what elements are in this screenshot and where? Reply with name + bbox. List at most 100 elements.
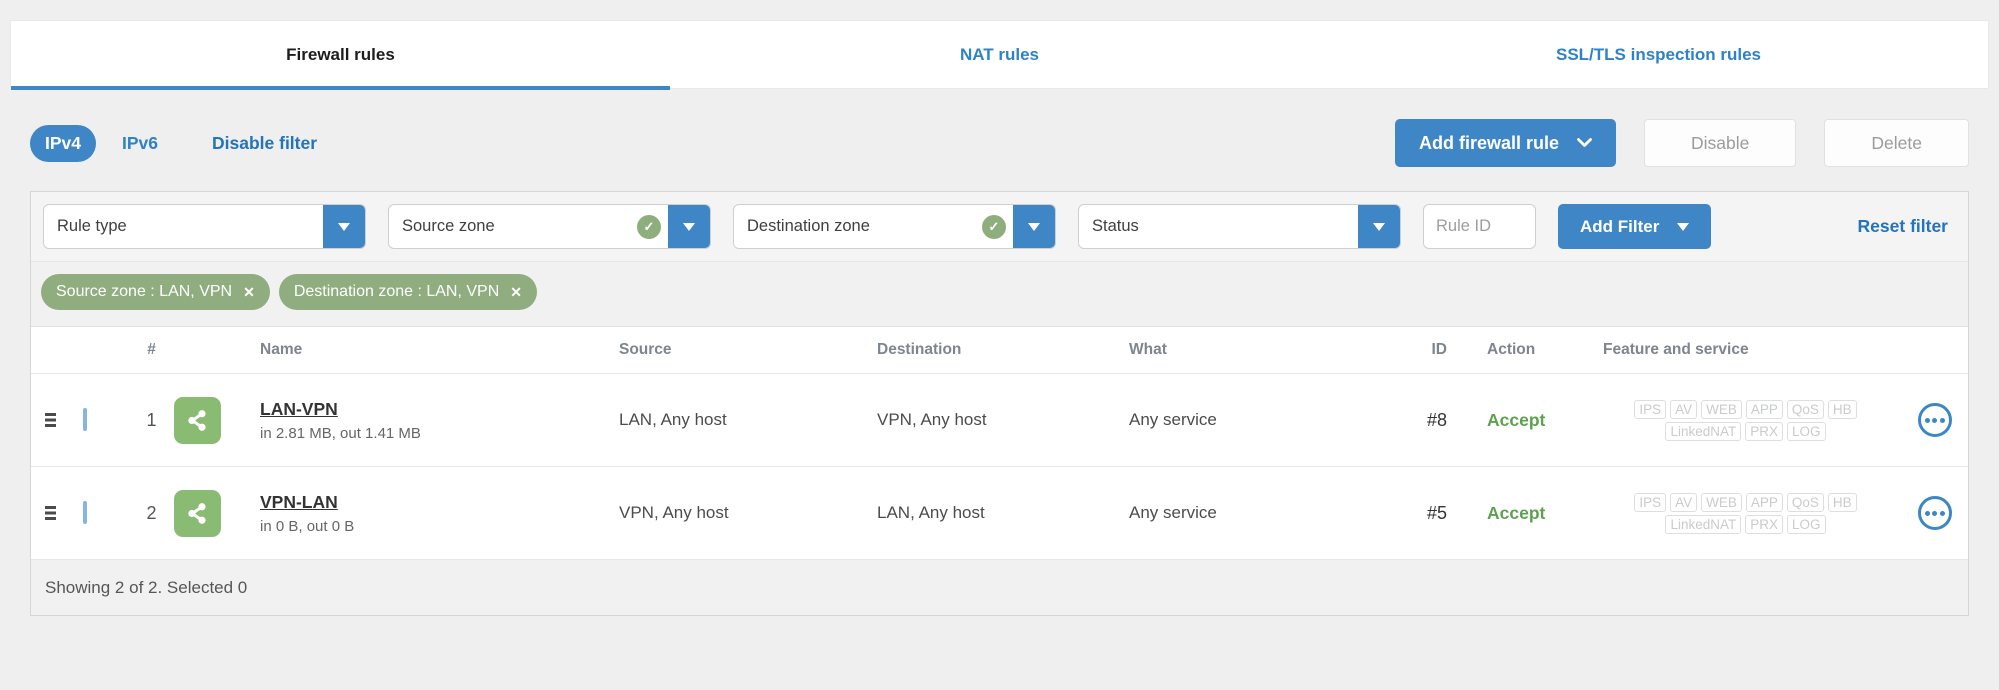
destination-zone-dropdown[interactable]: Destination zone ✓ xyxy=(733,204,1056,249)
rule-name-cell: LAN-VPN in 2.81 MB, out 1.41 MB xyxy=(249,399,619,442)
rule-name-cell: VPN-LAN in 0 B, out 0 B xyxy=(249,492,619,535)
row-icon-cell xyxy=(174,489,249,537)
feature-badge: PRX xyxy=(1745,421,1784,441)
header-name: Name xyxy=(260,341,303,358)
rule-source: LAN, Any host xyxy=(619,410,727,429)
rule-action: Accept xyxy=(1487,502,1546,523)
disable-button[interactable]: Disable xyxy=(1644,119,1797,167)
dropdown-toggle-button[interactable] xyxy=(1013,205,1055,248)
rule-what: Any service xyxy=(1129,503,1217,522)
add-filter-label: Add Filter xyxy=(1580,216,1660,236)
drag-handle[interactable] xyxy=(31,413,69,427)
delete-button[interactable]: Delete xyxy=(1824,119,1969,167)
tab-label: NAT rules xyxy=(959,44,1040,64)
header-action: Action xyxy=(1487,341,1536,358)
grip-icon xyxy=(44,413,56,427)
tab-nat-rules[interactable]: NAT rules xyxy=(670,21,1329,88)
dropdown-label: Status xyxy=(1092,217,1139,235)
filter-chip-source-zone[interactable]: Source zone : LAN, VPN ✕ xyxy=(41,274,270,310)
feature-badge: QoS xyxy=(1786,492,1824,512)
feature-badge: WEB xyxy=(1701,399,1742,419)
header-id: ID xyxy=(1431,341,1448,358)
remove-chip-icon[interactable]: ✕ xyxy=(510,285,522,299)
dot xyxy=(1939,417,1945,423)
dot xyxy=(1939,510,1945,516)
row-more-actions-icon[interactable] xyxy=(1917,403,1952,437)
chevron-down-icon xyxy=(1577,138,1592,147)
row-more-actions-icon[interactable] xyxy=(1917,496,1952,530)
feature-badge: LinkedNAT xyxy=(1665,421,1742,441)
remove-chip-icon[interactable]: ✕ xyxy=(243,285,255,299)
row-number: 1 xyxy=(146,409,157,430)
row-checkbox[interactable] xyxy=(83,501,87,524)
dropdown-label: Rule type xyxy=(57,217,127,235)
feature-badges: IPS AV WEB APP QoS HB LinkedNAT PRX LOG xyxy=(1603,399,1888,441)
rule-id-input[interactable] xyxy=(1423,204,1536,249)
rule-name-link[interactable]: VPN-LAN xyxy=(260,492,338,513)
zone-share-icon xyxy=(174,489,221,537)
add-firewall-rule-button[interactable]: Add firewall rule xyxy=(1395,119,1617,167)
feature-badge: IPS xyxy=(1634,492,1667,512)
tab-firewall-rules[interactable]: Firewall rules xyxy=(11,21,670,90)
dot xyxy=(1924,417,1930,423)
caret-down-icon xyxy=(1677,222,1690,231)
table-footer: Showing 2 of 2. Selected 0 xyxy=(31,560,1968,615)
filter-chip-destination-zone[interactable]: Destination zone : LAN, VPN ✕ xyxy=(278,274,537,310)
rule-traffic: in 0 B, out 0 B xyxy=(260,517,355,535)
feature-badge: LinkedNAT xyxy=(1665,514,1742,534)
header-feature-service: Feature and service xyxy=(1603,341,1749,358)
chip-label: Destination zone : LAN, VPN xyxy=(293,283,500,300)
tab-label: Firewall rules xyxy=(286,44,395,64)
source-zone-dropdown[interactable]: Source zone ✓ xyxy=(388,204,711,249)
rule-type-dropdown[interactable]: Rule type xyxy=(43,204,366,249)
rule-source: VPN, Any host xyxy=(619,503,729,522)
feature-badge: LOG xyxy=(1787,514,1826,534)
feature-badge: PRX xyxy=(1745,514,1784,534)
dropdown-toggle-button[interactable] xyxy=(1358,205,1400,248)
rule-destination: VPN, Any host xyxy=(877,410,987,429)
table-row: 2 VPN-LAN in 0 B, out 0 B VPN, Any host … xyxy=(31,467,1968,560)
caret-down-icon xyxy=(338,222,350,231)
row-checkbox-cell xyxy=(69,501,129,524)
row-checkbox-cell xyxy=(69,408,129,431)
rule-name-link[interactable]: LAN-VPN xyxy=(260,399,338,420)
row-menu-cell xyxy=(1901,496,1968,530)
row-checkbox[interactable] xyxy=(83,408,87,431)
filter-applied-check-icon: ✓ xyxy=(982,214,1006,239)
dropdown-toggle-button[interactable] xyxy=(668,205,710,248)
dropdown-label: Destination zone xyxy=(747,217,870,235)
status-dropdown[interactable]: Status xyxy=(1078,204,1401,249)
reset-filter-link[interactable]: Reset filter xyxy=(1858,216,1956,237)
feature-badge: HB xyxy=(1827,399,1857,419)
firewall-rules-panel: Rule type Source zone ✓ Destination zone… xyxy=(30,191,1969,616)
tab-label: SSL/TLS inspection rules xyxy=(1556,44,1761,64)
row-menu-cell xyxy=(1901,403,1968,437)
tab-ssl-tls-inspection-rules[interactable]: SSL/TLS inspection rules xyxy=(1329,21,1988,88)
feature-badge: IPS xyxy=(1634,399,1667,419)
table-header-row: # Name Source Destination What ID Action… xyxy=(31,327,1968,374)
dropdown-toggle-button[interactable] xyxy=(323,205,365,248)
feature-badge: LOG xyxy=(1787,421,1826,441)
rule-id: #8 xyxy=(1426,409,1447,430)
header-destination: Destination xyxy=(877,341,962,358)
add-filter-button[interactable]: Add Filter xyxy=(1558,204,1712,249)
caret-down-icon xyxy=(683,222,695,231)
dot xyxy=(1924,510,1930,516)
row-icon-cell xyxy=(174,396,249,444)
rule-destination: LAN, Any host xyxy=(877,503,985,522)
ipv4-toggle[interactable]: IPv4 xyxy=(30,124,96,162)
rule-action: Accept xyxy=(1487,409,1546,430)
showing-count-text: Showing 2 of 2. Selected 0 xyxy=(45,577,248,597)
ipv6-toggle[interactable]: IPv6 xyxy=(122,133,158,154)
row-number: 2 xyxy=(146,502,157,523)
grip-icon xyxy=(44,506,56,520)
active-filters-bar: Source zone : LAN, VPN ✕ Destination zon… xyxy=(31,262,1968,327)
dot xyxy=(1932,510,1937,516)
rule-features-cell: IPS AV WEB APP QoS HB LinkedNAT PRX LOG xyxy=(1577,492,1901,534)
rules-tabbar: Firewall rules NAT rules SSL/TLS inspect… xyxy=(10,20,1989,90)
dropdown-label: Source zone xyxy=(402,217,495,235)
drag-handle[interactable] xyxy=(31,506,69,520)
caret-down-icon xyxy=(1373,222,1385,231)
feature-badge: AV xyxy=(1670,399,1698,419)
disable-filter-link[interactable]: Disable filter xyxy=(212,133,317,154)
